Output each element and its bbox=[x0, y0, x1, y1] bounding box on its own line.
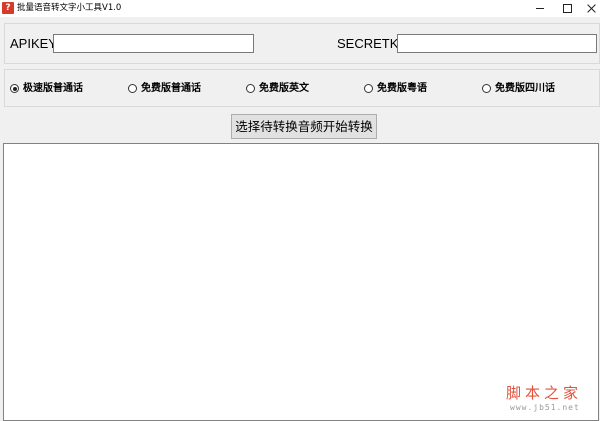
radio-button[interactable] bbox=[482, 84, 491, 93]
window-title: 批量语音转文字小工具V1.0 bbox=[17, 3, 122, 13]
app-icon: ? bbox=[2, 2, 14, 14]
radio-label: 极速版普通话 bbox=[23, 83, 83, 94]
radio-button-checked[interactable] bbox=[10, 84, 19, 93]
radio-label: 免费版普通话 bbox=[141, 83, 201, 94]
watermark: 脚本之家 www.jb51.net bbox=[504, 384, 590, 414]
apikey-label: APIKEY bbox=[10, 36, 57, 51]
maximize-button[interactable] bbox=[553, 0, 581, 17]
radio-label: 免费版粤语 bbox=[377, 83, 427, 94]
apikey-input[interactable] bbox=[53, 34, 254, 53]
radio-button[interactable] bbox=[128, 84, 137, 93]
radio-button[interactable] bbox=[246, 84, 255, 93]
watermark-logo-text: 脚本之家 bbox=[506, 384, 583, 402]
secretkey-input[interactable] bbox=[397, 34, 597, 53]
close-button[interactable] bbox=[578, 0, 600, 17]
title-bar: ? 批量语音转文字小工具V1.0 bbox=[0, 0, 600, 17]
convert-button[interactable]: 选择待转换音频开始转换 bbox=[231, 114, 377, 139]
minimize-button[interactable] bbox=[525, 0, 553, 17]
watermark-url: www.jb51.net bbox=[510, 403, 580, 412]
output-textarea[interactable] bbox=[3, 143, 599, 421]
radio-label: 免费版四川话 bbox=[495, 83, 555, 94]
radio-label: 免费版英文 bbox=[259, 83, 309, 94]
radio-button[interactable] bbox=[364, 84, 373, 93]
